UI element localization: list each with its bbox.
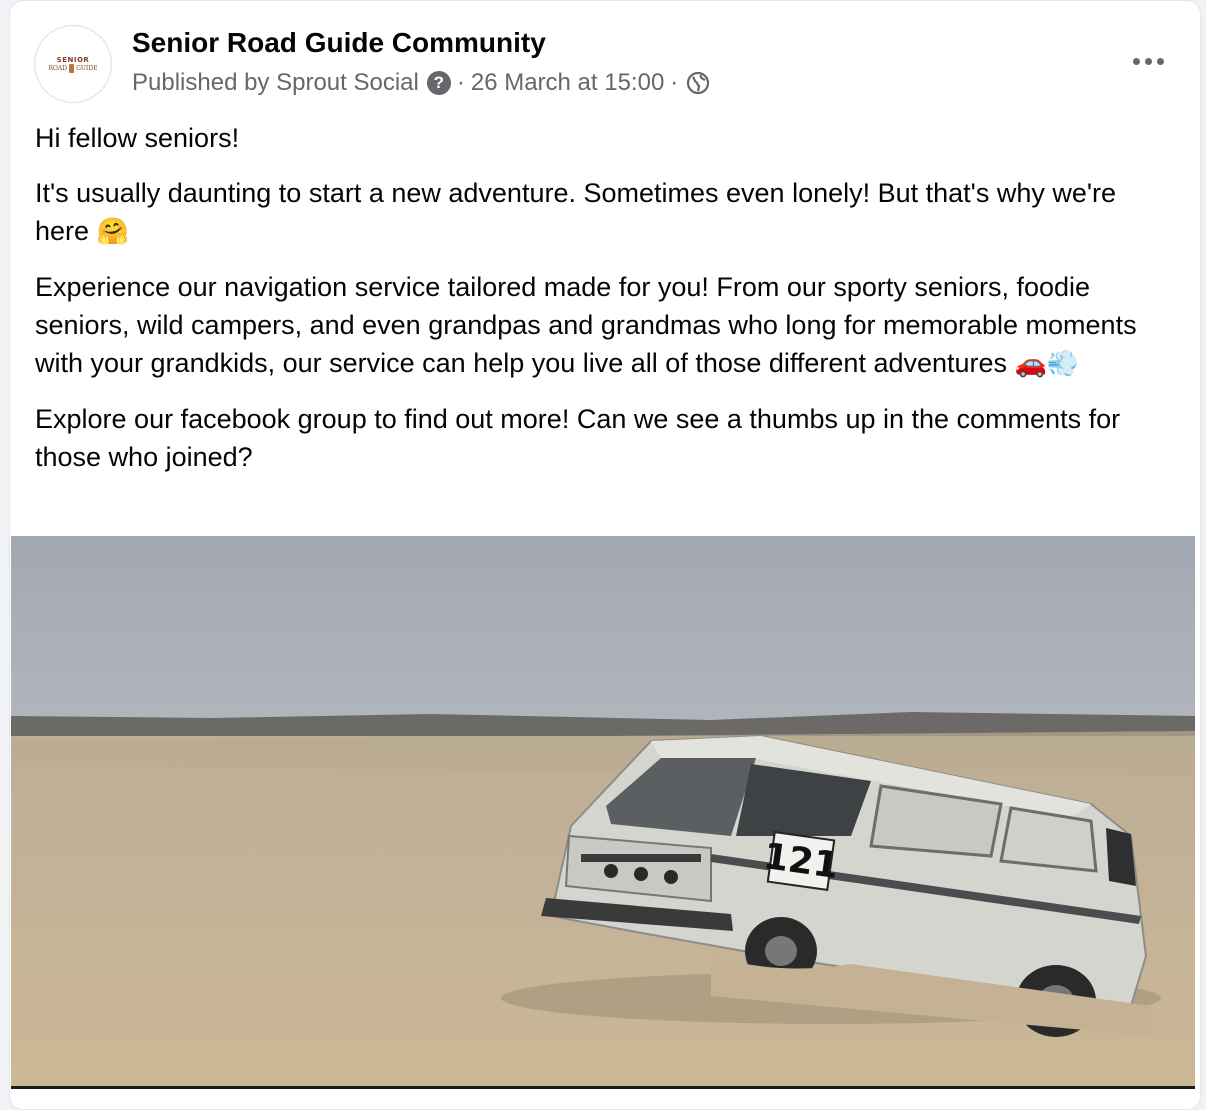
meta-separator: · [670,69,679,96]
avatar-logo-left: ROAD [48,64,68,72]
avatar-logo-bottom: ROAD GUIDE [48,63,98,73]
more-horizontal-icon [1156,57,1164,65]
post-meta: Published by Sprout Social ? · 26 March … [132,69,710,97]
post-header: SENIOR ROAD GUIDE Senior Road Guide Comm… [34,25,1176,105]
avatar-logo-top: SENIOR [56,55,90,64]
sky [11,536,1195,736]
hugging-face-icon: 🤗 [96,217,129,247]
post-paragraph: It's usually daunting to start a new adv… [35,178,1117,247]
page-name-link[interactable]: Senior Road Guide Community [132,27,546,59]
post-paragraph: Hi fellow seniors! [35,123,240,153]
meta-separator: · [456,69,465,96]
more-options-button[interactable] [1126,53,1170,69]
question-icon[interactable]: ? [426,71,451,95]
post-body: Hi fellow seniors! It's usually daunting… [35,119,1175,493]
more-horizontal-icon [1144,57,1152,65]
more-horizontal-icon [1132,57,1140,65]
photo-divider [11,1086,1195,1089]
signpost-icon [69,63,75,73]
published-by-label: Published by Sprout Social [132,69,419,96]
post-paragraph: Explore our facebook group to find out m… [35,404,1121,472]
post-paragraph: Experience our navigation service tailor… [35,272,1137,379]
post-card: SENIOR ROAD GUIDE Senior Road Guide Comm… [9,0,1201,1110]
page-avatar[interactable]: SENIOR ROAD GUIDE [34,25,112,103]
van-in-desert-image: 121 [11,536,1195,1088]
post-photo[interactable]: 121 [11,536,1195,1088]
post-timestamp-link[interactable]: 26 March at 15:00 [471,69,664,97]
globe-icon[interactable] [686,71,710,95]
avatar-logo-right: GUIDE [76,64,98,72]
car-dash-icon: 🚗💨 [1014,349,1080,379]
